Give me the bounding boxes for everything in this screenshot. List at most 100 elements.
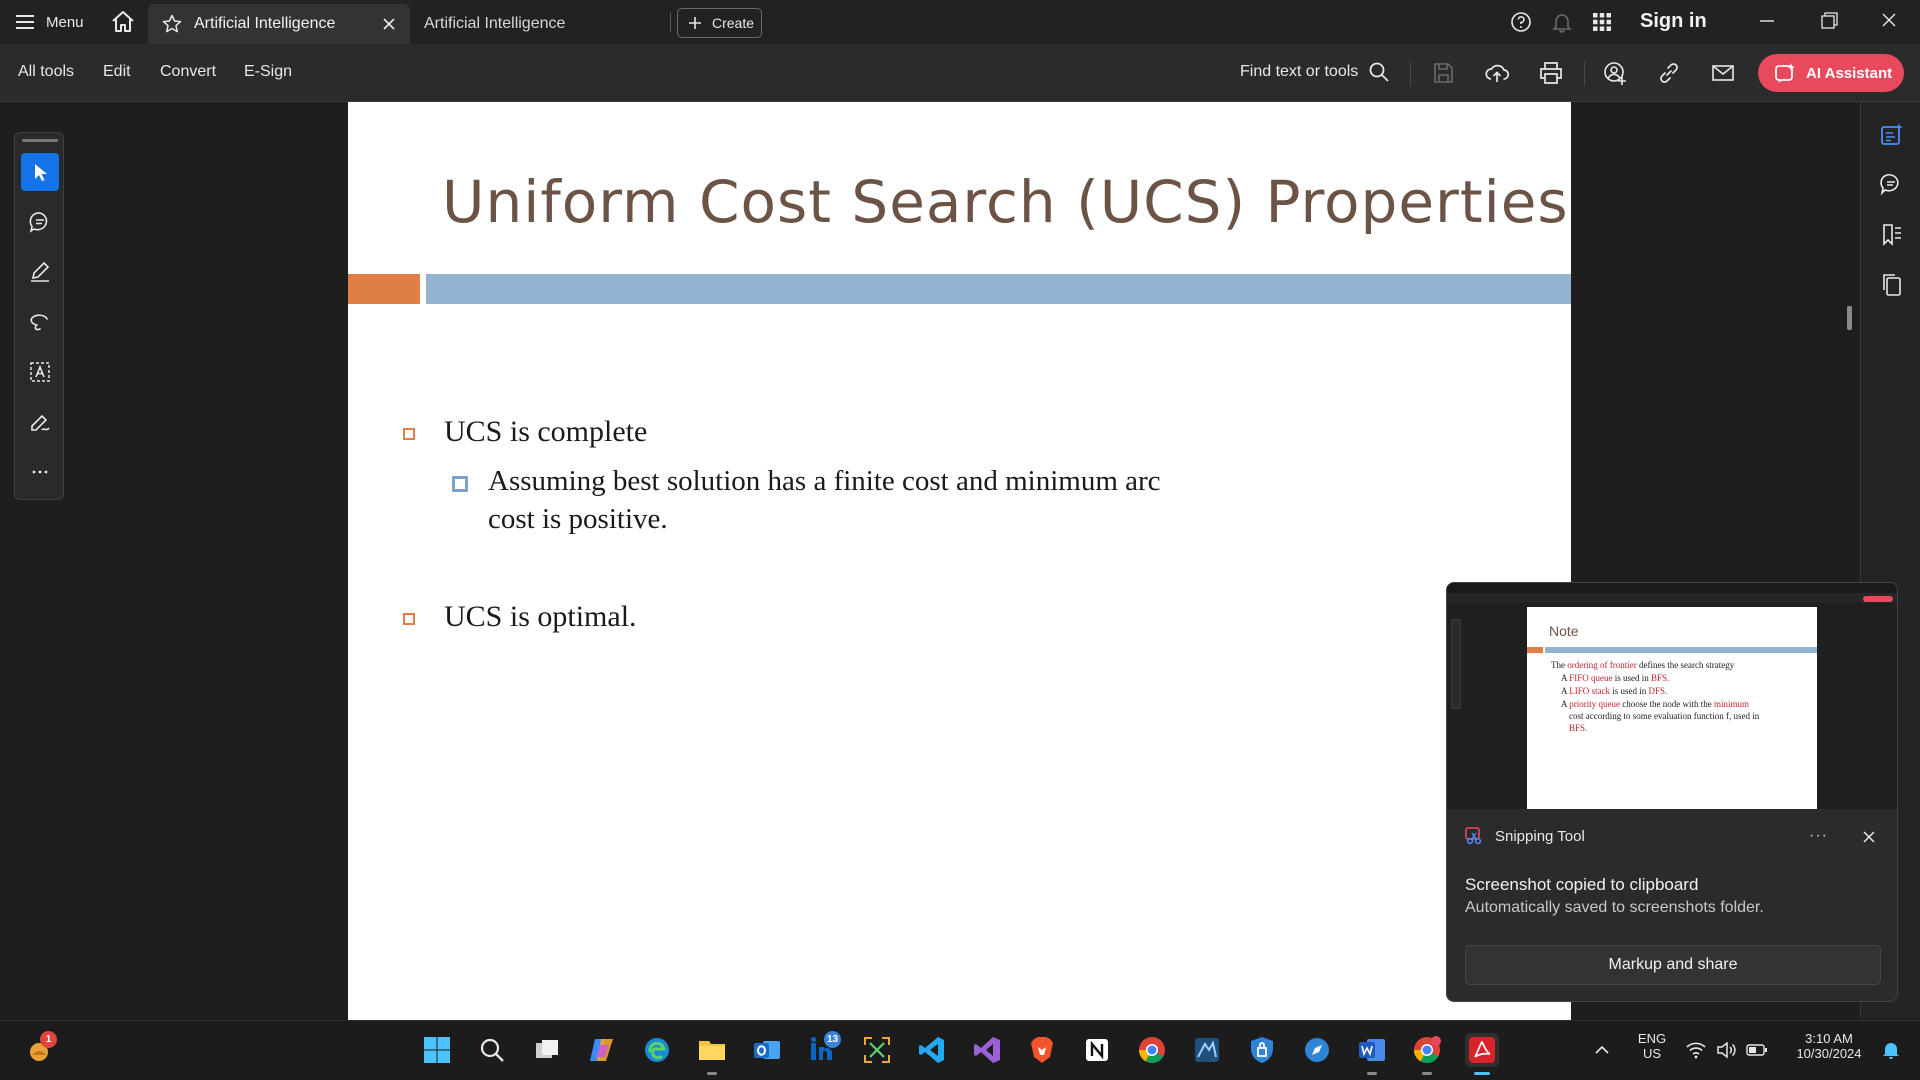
thumbnail-line: A priority queue choose the node with th… [1561,699,1749,709]
task-view-button[interactable] [530,1033,564,1067]
folder-icon [697,1035,727,1065]
drag-handle[interactable] [22,139,58,142]
bookmarks-panel-icon[interactable] [1879,222,1905,248]
thumbnail-accent-blue [1545,647,1817,653]
security-app[interactable] [1245,1033,1279,1067]
mysql-workbench-app[interactable] [1190,1033,1224,1067]
chrome-app[interactable] [1135,1033,1169,1067]
restore-icon[interactable] [1814,8,1844,34]
ai-assistant-button[interactable]: AI Assistant [1758,54,1904,92]
quick-settings[interactable] [1682,1033,1772,1067]
menu-button[interactable]: Menu [16,10,84,34]
taskbar-search-button[interactable] [475,1033,509,1067]
thumbnail-text: choose the node with the [1620,699,1714,709]
word-app[interactable] [1355,1033,1389,1067]
windows-logo-icon [422,1035,452,1065]
toast-app-header: Snipping Tool [1465,827,1585,845]
minimize-icon[interactable] [1752,8,1782,34]
close-tab-icon[interactable] [380,15,398,33]
markup-and-share-button[interactable]: Markup and share [1465,945,1881,985]
show-hidden-icons[interactable] [1585,1033,1619,1067]
menu-edit[interactable]: Edit [103,63,131,81]
ai-assistant-label: AI Assistant [1806,64,1893,82]
clock[interactable]: 3:10 AM 10/30/2024 [1784,1031,1874,1061]
battery-icon [1746,1043,1768,1057]
start-button[interactable] [420,1033,454,1067]
page-scrollbar[interactable] [1847,306,1852,330]
vscode-app[interactable] [915,1033,949,1067]
upload-cloud-icon[interactable] [1484,60,1510,86]
close-window-icon[interactable] [1874,8,1904,34]
acrobat-icon [1467,1035,1497,1065]
outlook-icon [752,1035,782,1065]
menu-e-sign[interactable]: E-Sign [244,63,292,81]
menu-convert[interactable]: Convert [160,63,216,81]
find-text-or-tools[interactable]: Find text or tools [1240,61,1390,83]
windows-taskbar: 1 13 ENG US 3:10 AM 10/30/2024 [0,1020,1920,1080]
tab-artificial-intelligence-active[interactable]: Artificial Intelligence [148,4,410,44]
text-box-tool[interactable] [21,353,59,391]
help-icon[interactable] [1509,10,1533,34]
tab-divider [670,12,671,32]
running-indicator [1422,1072,1432,1075]
pages-panel-icon[interactable] [1879,272,1905,298]
edge-app[interactable] [640,1033,674,1067]
mail-icon[interactable] [1710,60,1736,86]
close-icon[interactable] [1861,829,1877,845]
visual-studio-app[interactable] [970,1033,1004,1067]
apps-grid-icon[interactable] [1590,10,1614,34]
create-button[interactable]: Create [677,8,762,38]
thumbnail-text-red: priority queue [1569,699,1621,709]
clock-date: 10/30/2024 [1796,1046,1862,1061]
sign-tool[interactable] [21,403,59,441]
copilot-app[interactable] [585,1033,619,1067]
select-tool[interactable] [21,153,59,191]
comments-panel-icon[interactable] [1879,172,1905,198]
screenshot-thumbnail[interactable]: Note The ordering of frontier defines th… [1447,583,1897,809]
star-icon[interactable] [162,14,182,34]
link-icon[interactable] [1656,60,1682,86]
acrobat-app[interactable] [1465,1033,1499,1067]
input-language[interactable]: ENG US [1626,1031,1678,1061]
hamburger-icon [16,14,34,30]
brave-browser-app[interactable] [1025,1033,1059,1067]
lasso-icon [28,310,52,334]
active-app-indicator [1474,1072,1490,1075]
file-explorer-app[interactable] [695,1033,729,1067]
draw-tool[interactable] [21,303,59,341]
share-user-icon[interactable] [1602,60,1628,86]
bullet-text: UCS is complete [444,415,648,448]
print-icon[interactable] [1538,60,1564,86]
comment-tool[interactable] [21,203,59,241]
thumbnail-line: The ordering of frontier defines the sea… [1551,660,1734,670]
title-bar: Menu Artificial Intelligence Artificial … [0,0,1920,44]
chrome-profile-app[interactable] [1410,1033,1444,1067]
menu-all-tools[interactable]: All tools [18,63,74,81]
notifications-button[interactable] [1874,1033,1908,1067]
sign-in-button[interactable]: Sign in [1640,10,1707,33]
create-label: Create [712,15,755,31]
shield-icon [1247,1035,1277,1065]
snipping-tool-notification[interactable]: Note The ordering of frontier defines th… [1446,582,1898,1002]
bullet-text: UCS is optimal. [444,600,637,633]
more-tools[interactable] [21,453,59,491]
thumbnail-text: The [1551,660,1568,670]
tab-artificial-intelligence[interactable]: Artificial Intelligence [410,4,670,44]
outlook-app[interactable] [750,1033,784,1067]
bell-icon [1881,1040,1901,1060]
comment-icon [28,210,52,234]
toast-more-options[interactable]: ··· [1809,827,1828,845]
menu-label: Menu [46,13,84,31]
thumbnail-text: is used in [1610,686,1649,696]
edit-panel-icon[interactable] [1879,122,1905,148]
home-icon[interactable] [110,9,136,35]
thumbnail-text-red: ordering of frontier [1567,660,1637,670]
safari-style-app[interactable] [1300,1033,1334,1067]
save-icon[interactable] [1430,60,1456,86]
snipping-tool-app[interactable] [860,1033,894,1067]
notion-app[interactable] [1080,1033,1114,1067]
highlight-tool[interactable] [21,253,59,291]
quick-tools-panel [14,132,64,500]
bell-icon[interactable] [1550,10,1574,34]
wifi-icon [1686,1041,1706,1059]
